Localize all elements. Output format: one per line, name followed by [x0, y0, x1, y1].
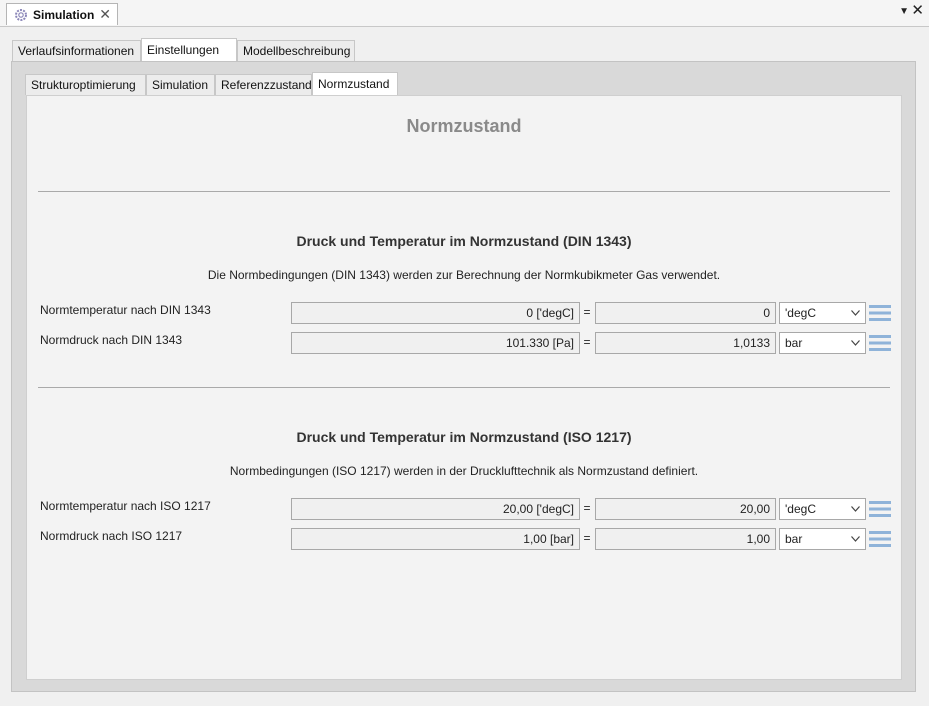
editor-tab-bar: Simulation ✕ ▼ ✕ [0, 0, 929, 27]
equals-sign: = [583, 305, 591, 319]
section-title-din: Druck und Temperatur im Normzustand (DIN… [296, 233, 632, 249]
base-value-field: 0 ['degC] [291, 302, 580, 324]
unit-select[interactable]: bar [779, 332, 866, 354]
section-title-iso: Druck und Temperatur im Normzustand (ISO… [296, 429, 632, 445]
unit-select[interactable]: 'degC [779, 498, 866, 520]
tab-modellbeschreibung[interactable]: Modellbeschreibung [237, 40, 355, 61]
divider [38, 387, 890, 388]
view-menu-icon[interactable]: ▼ [899, 6, 909, 17]
unit-select-value: bar [785, 532, 803, 546]
label-normtemperatur-iso: Normtemperatur nach ISO 1217 [40, 499, 211, 513]
equals-sign: = [583, 531, 591, 545]
tab-verlaufsinformationen[interactable]: Verlaufsinformationen [12, 40, 141, 61]
list-icon[interactable] [869, 530, 891, 548]
equals-sign: = [583, 501, 591, 515]
tab-simulation[interactable]: Simulation [146, 74, 215, 95]
base-value-field: 101.330 [Pa] [291, 332, 580, 354]
tab-strukturoptimierung[interactable]: Strukturoptimierung [25, 74, 146, 95]
chevron-down-icon [851, 506, 860, 512]
tab-normzustand[interactable]: Normzustand [312, 72, 398, 95]
close-icon[interactable]: ✕ [99, 7, 111, 21]
list-icon[interactable] [869, 500, 891, 518]
base-value-field: 1,00 [bar] [291, 528, 580, 550]
divider [38, 191, 890, 192]
value-field[interactable]: 0 [595, 302, 776, 324]
base-value-field: 20,00 ['degC] [291, 498, 580, 520]
list-icon[interactable] [869, 304, 891, 322]
unit-select-value: 'degC [785, 502, 816, 516]
value-field[interactable]: 20,00 [595, 498, 776, 520]
tab-referenzzustand[interactable]: Referenzzustand [215, 74, 312, 95]
label-normdruck-iso: Normdruck nach ISO 1217 [40, 529, 183, 543]
value-field[interactable]: 1,00 [595, 528, 776, 550]
unit-select[interactable]: 'degC [779, 302, 866, 324]
chevron-down-icon [851, 340, 860, 346]
chevron-down-icon [851, 310, 860, 316]
equals-sign: = [583, 335, 591, 349]
unit-select-value: 'degC [785, 306, 816, 320]
unit-select[interactable]: bar [779, 528, 866, 550]
label-normdruck-din: Normdruck nach DIN 1343 [40, 333, 183, 347]
list-icon[interactable] [869, 334, 891, 352]
tab-einstellungen[interactable]: Einstellungen [141, 38, 237, 61]
section-description-iso: Normbedingungen (ISO 1217) werden in der… [229, 464, 699, 478]
gear-icon [15, 8, 27, 21]
section-description-din: Die Normbedingungen (DIN 1343) werden zu… [207, 268, 721, 282]
value-field[interactable]: 1,0133 [595, 332, 776, 354]
label-normtemperatur-din: Normtemperatur nach DIN 1343 [40, 303, 211, 317]
chevron-down-icon [851, 536, 860, 542]
editor-tab-simulation[interactable]: Simulation ✕ [6, 3, 118, 25]
unit-select-value: bar [785, 336, 803, 350]
editor-tab-title: Simulation [33, 7, 95, 22]
page-title: Normzustand [406, 116, 522, 136]
view-close-icon[interactable]: ✕ [911, 3, 924, 19]
